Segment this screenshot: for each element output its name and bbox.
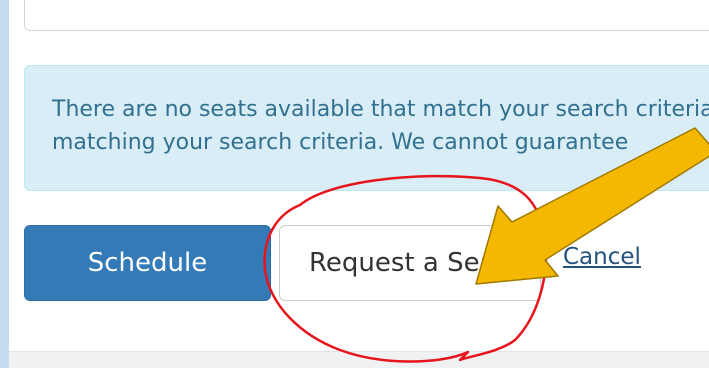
search-criteria-field[interactable] bbox=[24, 0, 709, 31]
schedule-button[interactable]: Schedule bbox=[24, 225, 271, 301]
request-a-seat-button[interactable]: Request a Seat bbox=[279, 225, 541, 301]
page-content: There are no seats available that match … bbox=[9, 0, 709, 368]
alert-text-line-2: matching your search criteria. We cannot… bbox=[52, 130, 629, 155]
alert-text-line-1: There are no seats available that match … bbox=[52, 97, 709, 122]
footer-strip bbox=[9, 351, 709, 368]
no-seats-alert: There are no seats available that match … bbox=[24, 65, 709, 191]
cancel-link[interactable]: Cancel bbox=[563, 244, 641, 270]
